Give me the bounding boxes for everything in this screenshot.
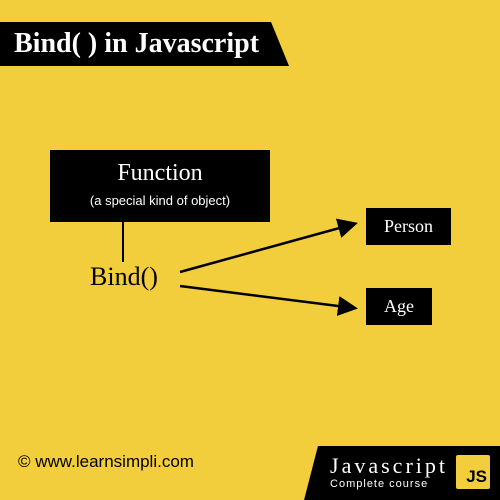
brand-subtitle: Complete course [330,478,448,490]
footer-credit: © www.learnsimpli.com [18,452,194,472]
function-heading: Function [58,160,262,187]
arrow-to-person [180,224,354,272]
page-title: Bind( ) in Javascript [0,22,289,66]
target-person: Person [366,208,451,245]
footer-brand: Javascript Complete course JS [304,446,500,500]
bind-label: Bind() [90,262,158,292]
brand-title: Javascript [330,454,448,478]
connector-stem [122,218,124,262]
target-age: Age [366,288,432,325]
arrow-to-age [180,286,354,308]
js-badge-icon: JS [456,455,490,489]
arrows-svg [170,190,370,370]
